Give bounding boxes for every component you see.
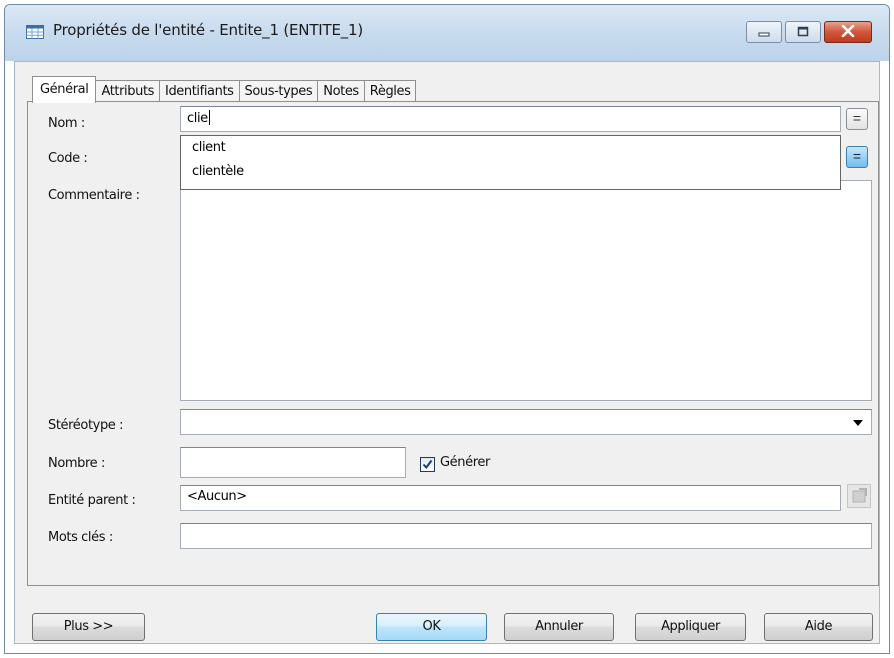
close-button[interactable] <box>824 21 872 43</box>
dialog-body: Général Attributs Identifiants Sous-type… <box>14 61 880 644</box>
generate-label: Générer <box>440 455 490 470</box>
autocomplete-list: client clientèle <box>180 135 841 190</box>
stereotype-label: Stéréotype : <box>48 418 124 433</box>
close-icon <box>841 24 855 40</box>
tab-identifiers[interactable]: Identifiants <box>159 80 240 103</box>
table-icon <box>26 25 44 39</box>
text-caret <box>208 110 210 125</box>
window-title: Propriétés de l'entité - Entite_1 (ENTIT… <box>53 21 364 39</box>
code-label: Code : <box>48 151 88 166</box>
ok-button[interactable]: OK <box>376 613 487 641</box>
name-equal-button[interactable]: = <box>846 108 868 130</box>
parent-entity-browse-button[interactable] <box>847 484 871 508</box>
tab-strip: Général Attributs Identifiants Sous-type… <box>32 76 417 103</box>
help-button[interactable]: Aide <box>764 613 873 641</box>
minimize-button[interactable] <box>746 21 782 43</box>
name-input[interactable]: clie <box>180 106 841 132</box>
name-label: Nom : <box>48 116 85 131</box>
minimize-icon <box>758 25 770 40</box>
checkmark-icon <box>422 459 433 470</box>
chevron-down-icon[interactable] <box>853 420 863 426</box>
stereotype-combobox[interactable] <box>180 409 872 435</box>
keywords-label: Mots clés : <box>48 530 113 545</box>
name-input-value: clie <box>187 111 208 126</box>
apply-button[interactable]: Appliquer <box>635 613 746 641</box>
tab-rules[interactable]: Règles <box>363 80 417 103</box>
parent-entity-value: <Aucun> <box>187 489 247 504</box>
maximize-button[interactable] <box>785 21 821 43</box>
comment-textarea[interactable] <box>180 180 872 401</box>
generate-checkbox[interactable] <box>420 457 435 472</box>
properties-dialog: Propriétés de l'entité - Entite_1 (ENTIT… <box>4 4 890 654</box>
general-panel: Nom : clie = Code : = client clientèle C… <box>27 101 879 586</box>
title-bar[interactable]: Propriétés de l'entité - Entite_1 (ENTIT… <box>5 5 889 61</box>
parent-entity-label: Entité parent : <box>48 493 136 508</box>
tab-subtypes[interactable]: Sous-types <box>238 80 319 103</box>
tab-general[interactable]: Général <box>32 76 97 103</box>
maximize-icon <box>797 25 809 40</box>
autocomplete-item[interactable]: client <box>192 140 226 155</box>
tab-notes[interactable]: Notes <box>317 80 365 103</box>
number-label: Nombre : <box>48 456 105 471</box>
parent-entity-field: <Aucun> <box>180 485 841 511</box>
properties-icon <box>848 488 870 510</box>
comment-label: Commentaire : <box>48 188 140 203</box>
tab-attributes[interactable]: Attributs <box>95 80 161 103</box>
keywords-input[interactable] <box>180 523 872 549</box>
more-button[interactable]: Plus >> <box>32 613 145 641</box>
code-equal-button[interactable]: = <box>846 146 868 168</box>
autocomplete-item[interactable]: clientèle <box>192 164 244 179</box>
number-input[interactable] <box>180 447 406 478</box>
cancel-button[interactable]: Annuler <box>504 613 614 641</box>
